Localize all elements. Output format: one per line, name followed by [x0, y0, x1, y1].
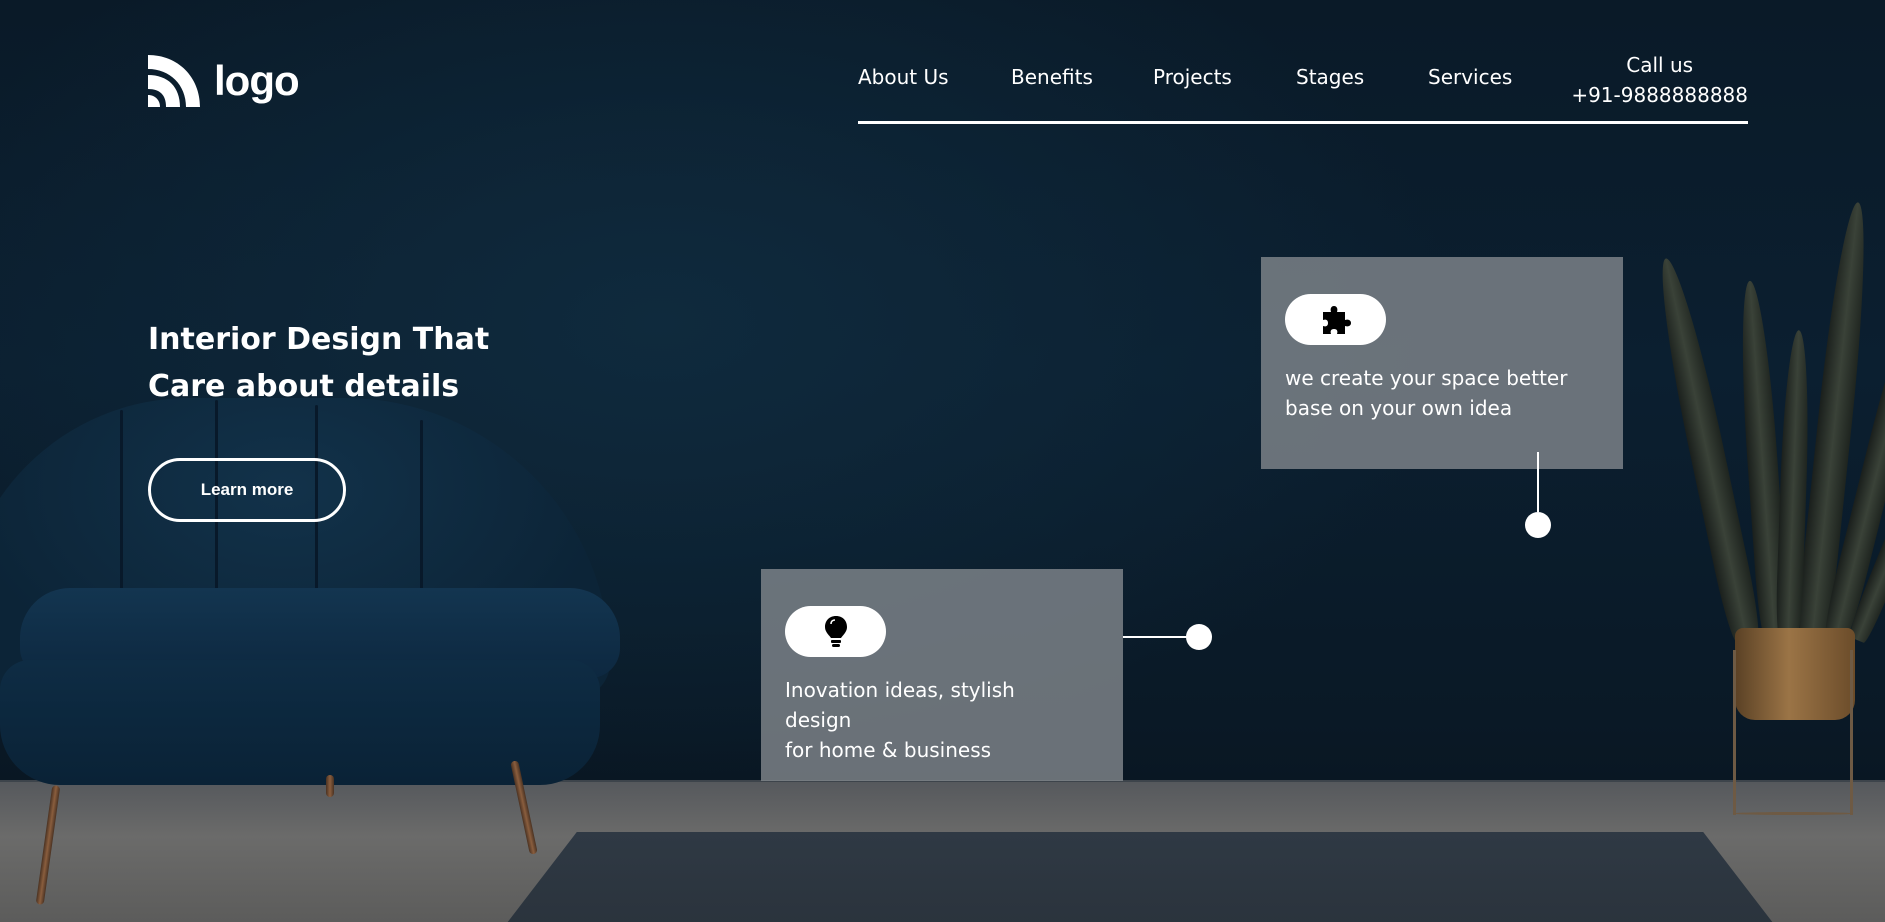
hotspot-dot[interactable] — [1525, 512, 1551, 538]
learn-more-button[interactable]: Learn more — [148, 458, 346, 522]
lightbulb-icon — [824, 615, 847, 647]
phone-number: +91-9888888888 — [1571, 83, 1748, 107]
card-text-line: design — [785, 708, 852, 732]
card-text-line: base on your own idea — [1285, 396, 1513, 420]
plant-stand — [1850, 650, 1853, 815]
logo[interactable]: logo — [148, 55, 300, 107]
card-icon-badge — [1285, 294, 1386, 345]
nav-projects[interactable]: Projects — [1153, 65, 1232, 89]
connector-line — [1537, 452, 1539, 512]
feature-card: Inovation ideas, stylish design for home… — [761, 569, 1123, 781]
plant-stand — [1733, 812, 1853, 815]
card-text-line: we create your space better — [1285, 366, 1568, 390]
call-us-label: Call us — [1626, 53, 1694, 77]
card-text: Inovation ideas, stylish design for home… — [785, 675, 1099, 765]
plant-pot — [1735, 628, 1855, 720]
armchair-rib — [420, 420, 423, 610]
hero-title: Interior Design That Care about details — [148, 316, 489, 410]
connector-line — [1123, 636, 1188, 638]
hero-title-line: Care about details — [148, 369, 460, 404]
logo-icon — [148, 55, 200, 107]
rug — [500, 832, 1780, 922]
nav-services[interactable]: Services — [1428, 65, 1512, 89]
hero-title-line: Interior Design That — [148, 322, 490, 357]
feature-card: we create your space better base on your… — [1261, 257, 1623, 469]
card-text-line: for home & business — [785, 738, 992, 762]
card-text-line: Inovation ideas, stylish — [785, 678, 1015, 702]
armchair-front — [0, 660, 600, 785]
nav-stages[interactable]: Stages — [1296, 65, 1364, 89]
call-us[interactable]: Call us +91-9888888888 — [1571, 50, 1748, 110]
nav-benefits[interactable]: Benefits — [1011, 65, 1093, 89]
card-icon-badge — [785, 606, 886, 657]
armchair-rib — [120, 410, 123, 600]
main-nav: About Us Benefits Projects Stages Servic… — [858, 50, 1748, 124]
plant-stand — [1733, 650, 1736, 815]
logo-text: logo — [214, 57, 300, 104]
nav-about-us[interactable]: About Us — [858, 65, 949, 89]
card-text: we create your space better base on your… — [1285, 363, 1599, 423]
puzzle-icon — [1322, 305, 1351, 334]
hotspot-dot[interactable] — [1186, 624, 1212, 650]
armchair-leg — [326, 775, 334, 797]
